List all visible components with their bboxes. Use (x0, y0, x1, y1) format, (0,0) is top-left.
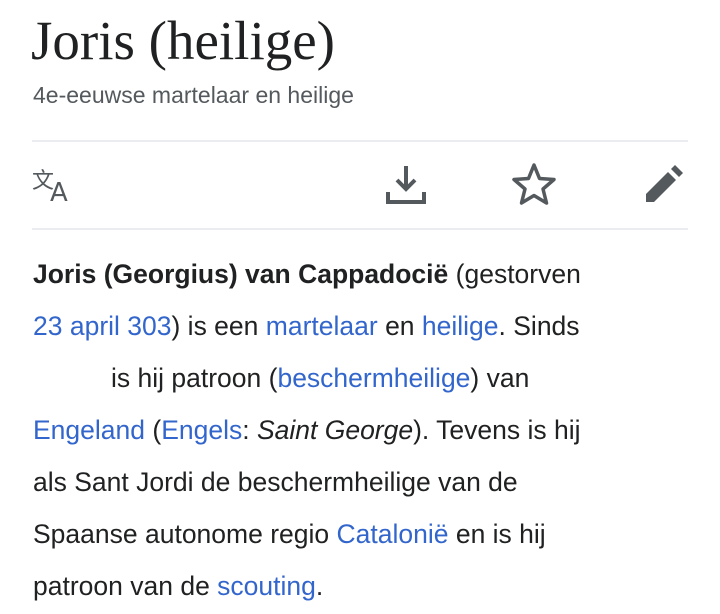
link-engels[interactable]: Engels (161, 415, 242, 445)
link-engeland[interactable]: Engeland (33, 415, 145, 445)
paragraph-line: als Sant Jordi de beschermheilige van de (33, 456, 693, 508)
text: is hij patroon ( (111, 363, 278, 393)
text: Spaanse autonome regio (33, 519, 337, 549)
download-icon[interactable] (382, 160, 430, 208)
page-description: 4e-eeuwse martelaar en heilige (33, 82, 354, 108)
text: en is hij (448, 519, 546, 549)
paragraph-line: 23 april 303) is een martelaar en heilig… (33, 300, 693, 352)
divider (32, 228, 688, 230)
link-beschermheilige[interactable]: beschermheilige (277, 363, 470, 393)
link-date[interactable]: 23 april 303 (33, 311, 172, 341)
bold-subject: Joris (Georgius) van Cappadocië (33, 259, 449, 289)
paragraph-line: Spaanse autonome regio Catalonië en is h… (33, 508, 693, 560)
link-catalonie[interactable]: Catalonië (337, 519, 449, 549)
text: . (315, 571, 324, 601)
paragraph-line: Joris (Georgius) van Cappadocië (gestorv… (33, 248, 693, 300)
pencil-icon[interactable] (638, 160, 686, 208)
article-page: Joris (heilige) 4e-eeuwse martelaar en h… (0, 0, 720, 614)
paragraph-line: Engeland (Engels: Saint George). Tevens … (33, 404, 693, 456)
text: en (377, 311, 422, 341)
article-lead-paragraph: Joris (Georgius) van Cappadocië (gestorv… (33, 248, 693, 612)
text: ). Tevens is hij (413, 415, 581, 445)
italic-name: Saint George (256, 415, 414, 445)
text: patroon van de (33, 571, 218, 601)
divider (32, 140, 688, 142)
star-icon[interactable] (510, 160, 558, 208)
link-heilige[interactable]: heilige (422, 311, 499, 341)
text: . Sinds (498, 311, 580, 341)
link-scouting[interactable]: scouting (217, 571, 316, 601)
paragraph-line: is hij patroon (beschermheilige) van (33, 352, 693, 404)
paragraph-line: patroon van de scouting. (33, 560, 693, 612)
text: ( (145, 415, 162, 445)
svg-text:A: A (50, 178, 68, 208)
text: als Sant Jordi de beschermheilige van de (33, 467, 518, 497)
text: ) is een (171, 311, 266, 341)
translate-icon[interactable]: 文 A (30, 160, 78, 208)
text: ) van (470, 363, 530, 393)
link-martelaar[interactable]: martelaar (266, 311, 378, 341)
page-title: Joris (heilige) (31, 10, 335, 71)
text: : (242, 415, 257, 445)
text: (gestorven (448, 259, 581, 289)
